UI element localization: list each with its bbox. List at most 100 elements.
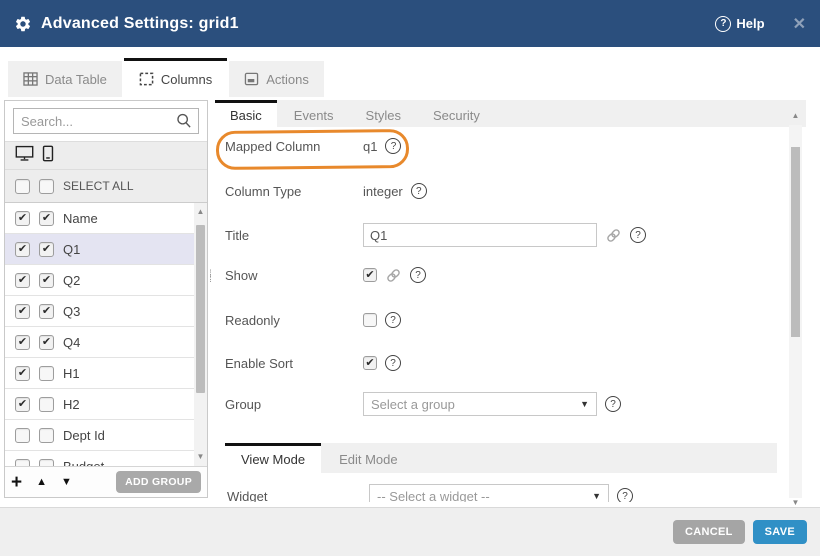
list-scrollbar: ▲ ▼ [194,203,207,466]
select-all-desktop-checkbox[interactable] [15,179,30,194]
widget-select[interactable]: -- Select a widget -- ▼ [369,484,609,502]
scroll-down-icon[interactable]: ▼ [194,450,207,464]
scroll-up-icon[interactable]: ▲ [789,109,802,123]
desktop-visibility-checkbox[interactable] [15,428,30,443]
mobile-visibility-checkbox[interactable]: ✔ [39,273,54,288]
detail-form: Mapped Column q1 ? Column Type integer ?… [215,127,789,502]
tab-label: View Mode [241,452,305,467]
desktop-visibility-checkbox[interactable]: ✔ [15,242,30,257]
question-icon[interactable]: ? [410,267,426,283]
title-input[interactable] [363,223,597,247]
widget-row: Widget -- Select a widget -- ▼ ? [215,483,789,502]
question-icon[interactable]: ? [617,488,633,502]
desktop-visibility-checkbox[interactable]: ✔ [15,397,30,412]
tab-label: Edit Mode [339,452,398,467]
tab-basic[interactable]: Basic [215,100,277,127]
help-button[interactable]: ? Help [715,16,764,32]
column-row[interactable]: ✔✔Q4 [5,327,207,358]
column-label: Budget [63,459,104,467]
footer-bar: CANCEL SAVE [0,507,820,556]
link-icon[interactable] [385,267,402,284]
add-group-button[interactable]: ADD GROUP [116,471,201,493]
column-label: Name [63,211,98,226]
desktop-visibility-checkbox[interactable]: ✔ [15,304,30,319]
mobile-visibility-checkbox[interactable] [39,428,54,443]
column-row[interactable]: ✔ ✔ Q2 [5,265,207,296]
mobile-visibility-checkbox[interactable]: ✔ [39,242,54,257]
cancel-button[interactable]: CANCEL [673,520,745,544]
desktop-visibility-checkbox[interactable]: ✔ [15,335,30,350]
tab-label: Data Table [45,72,107,87]
show-checkbox[interactable]: ✔ [363,268,377,282]
column-label: Q1 [63,242,80,257]
column-row[interactable]: ✔ ✔ Name [5,203,207,234]
mobile-visibility-checkbox[interactable] [39,397,54,412]
column-row[interactable]: ✔✔Q3 [5,296,207,327]
scroll-up-icon[interactable]: ▲ [194,205,207,219]
column-label: Q2 [63,273,80,288]
column-row[interactable]: ✔H1 [5,358,207,389]
move-up-button[interactable]: ▲ [36,476,47,488]
panel-splitter-handle[interactable]: ⁞⁞ [207,272,214,294]
detail-scrollbar: ▲ ▼ [789,125,802,498]
list-toolbar: + ▲ ▼ ADD GROUP [5,466,207,497]
move-down-button[interactable]: ▼ [61,476,72,488]
data-table-icon [23,72,38,86]
tab-label: Columns [161,72,212,87]
tab-styles[interactable]: Styles [351,103,416,127]
column-row[interactable]: ✔ ✔ Q1 [5,234,207,265]
tab-view-mode[interactable]: View Mode [225,443,321,473]
scrollbar-thumb[interactable] [791,147,800,337]
question-icon[interactable]: ? [411,183,427,199]
readonly-checkbox[interactable] [363,313,377,327]
detail-tab-bar: Basic Events Styles Security [215,100,806,127]
help-label: Help [736,16,764,31]
mobile-visibility-checkbox[interactable]: ✔ [39,335,54,350]
title-bar: Advanced Settings: grid1 ? Help ✕ [0,0,820,47]
group-select-value: Select a group [371,397,455,412]
save-button[interactable]: SAVE [753,520,807,544]
column-row[interactable]: Budget [5,451,207,466]
tab-actions[interactable]: Actions [229,61,324,97]
tab-edit-mode[interactable]: Edit Mode [323,446,414,473]
desktop-visibility-checkbox[interactable] [15,459,30,467]
desktop-icon [15,145,34,167]
tab-events[interactable]: Events [279,103,349,127]
close-icon[interactable]: ✕ [793,14,806,34]
mapped-column-value: q1 [363,139,377,154]
question-icon[interactable]: ? [385,138,401,154]
column-row[interactable]: ✔ H2 [5,389,207,420]
tab-columns[interactable]: Columns [124,58,227,97]
question-icon[interactable]: ? [385,312,401,328]
widget-label: Widget [227,489,267,503]
mobile-icon [42,145,54,167]
column-label: H2 [63,397,80,412]
page-title: Advanced Settings: grid1 [41,15,239,33]
title-label: Title [225,228,249,243]
group-select[interactable]: Select a group ▼ [363,392,597,416]
mobile-visibility-checkbox[interactable] [39,459,54,467]
search-input[interactable] [14,109,198,133]
add-column-button[interactable]: + [11,473,22,492]
select-all-mobile-checkbox[interactable] [39,179,54,194]
desktop-visibility-checkbox[interactable]: ✔ [15,366,30,381]
column-row[interactable]: Dept Id [5,420,207,451]
select-all-row[interactable]: SELECT ALL [5,169,207,203]
desktop-visibility-checkbox[interactable]: ✔ [15,273,30,288]
enable-sort-checkbox[interactable]: ✔ [363,356,377,370]
widget-select-value: -- Select a widget -- [377,489,490,503]
tab-security[interactable]: Security [418,103,495,127]
mapped-column-label: Mapped Column [225,139,320,154]
question-icon[interactable]: ? [605,396,621,412]
main-tab-bar: Data Table Columns Actions [0,47,820,97]
mobile-visibility-checkbox[interactable] [39,366,54,381]
tab-data-table[interactable]: Data Table [8,61,122,97]
mobile-visibility-checkbox[interactable]: ✔ [39,211,54,226]
question-icon[interactable]: ? [385,355,401,371]
question-icon[interactable]: ? [630,227,646,243]
link-icon[interactable] [605,227,622,244]
desktop-visibility-checkbox[interactable]: ✔ [15,211,30,226]
mobile-visibility-checkbox[interactable]: ✔ [39,304,54,319]
columns-icon [139,72,154,86]
scrollbar-thumb[interactable] [196,225,205,393]
